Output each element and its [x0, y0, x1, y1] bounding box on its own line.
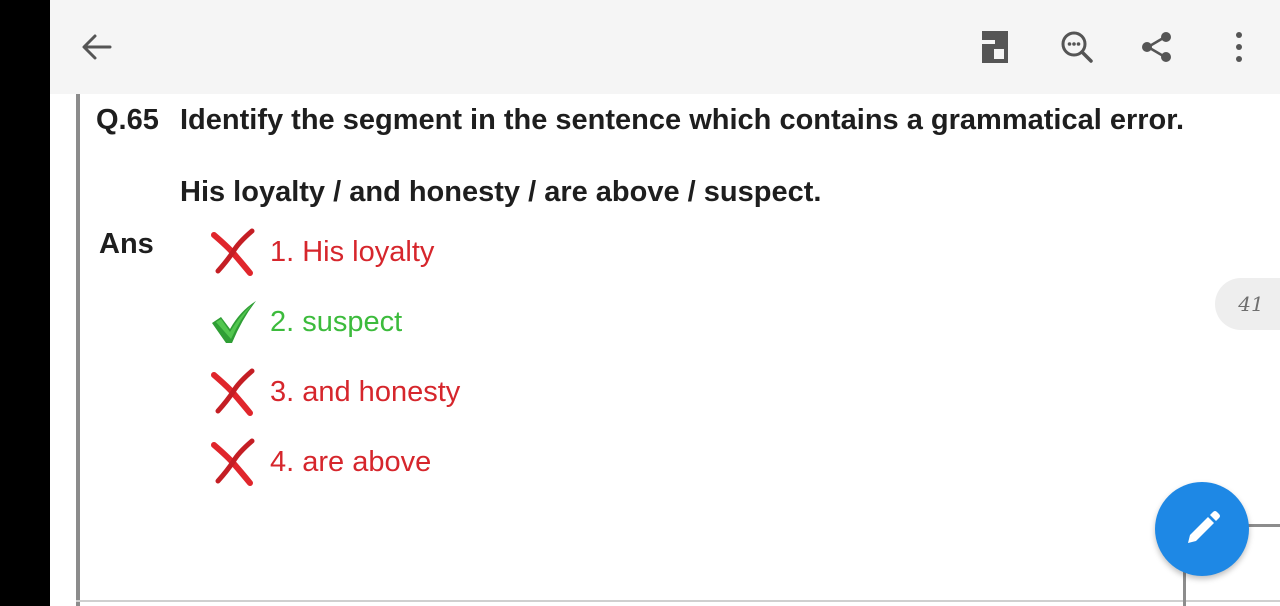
answer-option-text: 2. suspect [270, 305, 403, 338]
answer-option-1[interactable]: 1. His loyalty [206, 226, 434, 278]
back-button[interactable] [72, 22, 122, 72]
top-toolbar [50, 0, 1280, 94]
page-number: 41 [1238, 292, 1264, 316]
more-vertical-icon [1236, 32, 1242, 62]
question-prompt: Identify the segment in the sentence whi… [180, 104, 1184, 136]
edit-fab-button[interactable] [1155, 482, 1249, 576]
search-in-document-icon [1061, 31, 1093, 63]
page-number-indicator[interactable]: 41 [1215, 278, 1280, 330]
reader-mode-button[interactable] [970, 22, 1020, 72]
answer-option-text: 3. and honesty [270, 375, 461, 408]
green-check-icon [206, 296, 262, 348]
document-page: Q.65 Identify the segment in the sentenc… [50, 94, 1280, 606]
search-in-document-button[interactable] [1052, 22, 1102, 72]
share-icon [1142, 32, 1171, 62]
share-button[interactable] [1132, 22, 1182, 72]
red-cross-icon [206, 366, 262, 418]
answer-option-3[interactable]: 3. and honesty [206, 366, 460, 418]
left-edge-bar [0, 0, 50, 606]
red-cross-icon [206, 436, 262, 488]
answer-option-4[interactable]: 4. are above [206, 436, 431, 488]
answer-option-2[interactable]: 2. suspect [206, 296, 402, 348]
question-number: Q.65 [96, 104, 159, 136]
page-bottom-border [76, 600, 1280, 602]
question-sentence: His loyalty / and honesty / are above / … [180, 176, 822, 208]
arrow-left-icon [82, 34, 112, 60]
answer-label: Ans [99, 228, 154, 260]
page-left-border [76, 94, 80, 606]
pencil-icon [1188, 511, 1220, 543]
more-options-button[interactable] [1214, 22, 1264, 72]
red-cross-icon [206, 226, 262, 278]
answer-option-text: 4. are above [270, 445, 432, 478]
screen: Q.65 Identify the segment in the sentenc… [0, 0, 1280, 606]
reader-mode-icon [982, 31, 1008, 63]
answer-option-text: 1. His loyalty [270, 235, 435, 268]
